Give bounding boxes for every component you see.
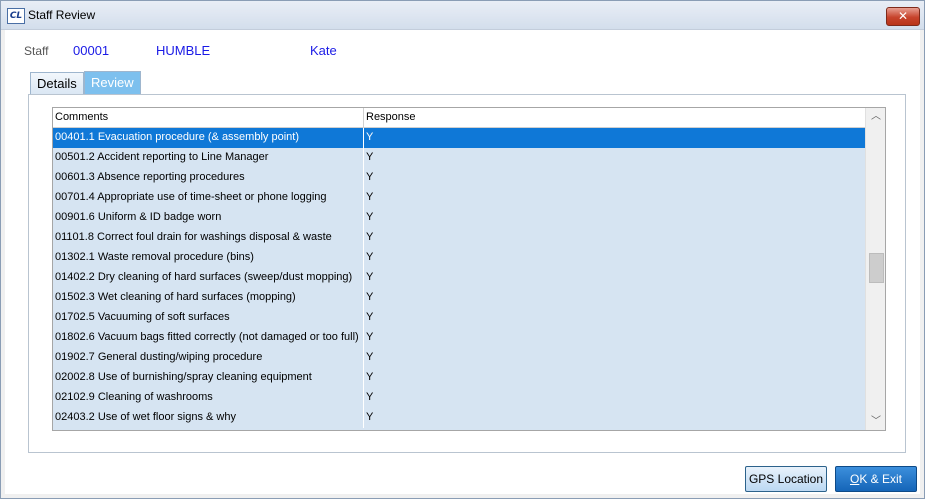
staff-label: Staff <box>24 44 49 58</box>
response-cell[interactable]: Y <box>366 208 373 228</box>
response-cell[interactable]: Y <box>366 168 373 188</box>
chevron-down-icon: ﹀ <box>871 416 881 427</box>
comment-cell: 00701.4 Appropriate use of time-sheet or… <box>55 188 364 208</box>
column-header-comments[interactable]: Comments <box>55 108 364 127</box>
response-cell[interactable]: Y <box>366 128 373 148</box>
response-cell[interactable]: Y <box>366 188 373 208</box>
staff-first-name: Kate <box>310 43 337 58</box>
table-row[interactable]: 01302.1 Waste removal procedure (bins) Y <box>53 248 865 268</box>
grid-header: Comments Response <box>53 108 865 128</box>
gps-location-button[interactable]: GPS Location <box>745 466 827 492</box>
comment-cell: 00901.6 Uniform & ID badge worn <box>55 208 364 228</box>
close-button[interactable]: ✕ <box>886 7 920 26</box>
staff-last-name: HUMBLE <box>156 43 211 58</box>
chevron-up-icon: ︿ <box>871 111 881 122</box>
response-cell[interactable]: Y <box>366 148 373 168</box>
comments-grid: Comments Response 00401.1 Evacuation pro… <box>52 107 886 431</box>
title-bar[interactable]: CL Staff Review ✕ <box>1 1 924 30</box>
table-row[interactable]: 01902.7 General dusting/wiping procedure… <box>53 348 865 368</box>
table-row[interactable]: 02002.8 Use of burnishing/spray cleaning… <box>53 368 865 388</box>
tab-details[interactable]: Details <box>30 72 84 95</box>
table-row[interactable]: 01502.3 Wet cleaning of hard surfaces (m… <box>53 288 865 308</box>
response-cell[interactable]: Y <box>366 228 373 248</box>
comment-cell: 00601.3 Absence reporting procedures <box>55 168 364 188</box>
comment-cell: 01502.3 Wet cleaning of hard surfaces (m… <box>55 288 364 308</box>
comment-cell: 01702.5 Vacuuming of soft surfaces <box>55 308 364 328</box>
response-cell[interactable]: Y <box>366 288 373 308</box>
close-icon: ✕ <box>897 9 909 23</box>
review-tab-panel: Comments Response 00401.1 Evacuation pro… <box>28 94 906 453</box>
comment-cell: 01402.2 Dry cleaning of hard surfaces (s… <box>55 268 364 288</box>
table-row[interactable]: 01101.8 Correct foul drain for washings … <box>53 228 865 248</box>
dialog-content: Staff 00001 HUMBLE Kate Details Review C… <box>5 30 920 494</box>
table-row[interactable]: 00401.1 Evacuation procedure (& assembly… <box>53 128 865 148</box>
response-cell[interactable]: Y <box>366 308 373 328</box>
comment-cell: 01101.8 Correct foul drain for washings … <box>55 228 364 248</box>
table-row[interactable]: 00501.2 Accident reporting to Line Manag… <box>53 148 865 168</box>
table-row[interactable]: 02102.9 Cleaning of washrooms Y <box>53 388 865 408</box>
comment-cell: 02002.8 Use of burnishing/spray cleaning… <box>55 368 364 388</box>
comment-cell: 01302.1 Waste removal procedure (bins) <box>55 248 364 268</box>
table-row[interactable]: 00901.6 Uniform & ID badge worn Y <box>53 208 865 228</box>
app-logo-icon: CL <box>7 8 25 24</box>
comment-cell: 00501.2 Accident reporting to Line Manag… <box>55 148 364 168</box>
response-cell[interactable]: Y <box>366 328 373 348</box>
comment-cell: 00401.1 Evacuation procedure (& assembly… <box>55 128 364 148</box>
table-row[interactable]: 01802.6 Vacuum bags fitted correctly (no… <box>53 328 865 348</box>
tab-review[interactable]: Review <box>84 71 141 96</box>
table-row[interactable]: 02403.2 Use of wet floor signs & why Y <box>53 408 865 428</box>
response-cell[interactable]: Y <box>366 388 373 408</box>
response-cell[interactable]: Y <box>366 348 373 368</box>
comment-cell: 02403.2 Use of wet floor signs & why <box>55 408 364 428</box>
vertical-scrollbar[interactable]: ︿ ﹀ <box>865 108 885 430</box>
comment-cell: 01802.6 Vacuum bags fitted correctly (no… <box>55 328 364 348</box>
table-row[interactable]: 00601.3 Absence reporting procedures Y <box>53 168 865 188</box>
window-title: Staff Review <box>28 8 96 22</box>
column-header-response[interactable]: Response <box>366 108 416 127</box>
response-cell[interactable]: Y <box>366 368 373 388</box>
ok-label-rest: K & Exit <box>859 472 903 486</box>
response-cell[interactable]: Y <box>366 408 373 428</box>
comment-cell: 02102.9 Cleaning of washrooms <box>55 388 364 408</box>
scroll-up-button[interactable]: ︿ <box>866 108 885 125</box>
grid-rows: 00401.1 Evacuation procedure (& assembly… <box>53 128 865 428</box>
staff-review-window: CL Staff Review ✕ Staff 00001 HUMBLE Kat… <box>0 0 925 499</box>
comment-cell: 01902.7 General dusting/wiping procedure <box>55 348 364 368</box>
ok-accelerator: O <box>849 472 860 486</box>
ok-exit-button[interactable]: OK & Exit <box>835 466 917 492</box>
scroll-thumb[interactable] <box>869 253 884 283</box>
response-cell[interactable]: Y <box>366 268 373 288</box>
scroll-down-button[interactable]: ﹀ <box>866 413 885 430</box>
table-row[interactable]: 00701.4 Appropriate use of time-sheet or… <box>53 188 865 208</box>
table-row[interactable]: 01702.5 Vacuuming of soft surfaces Y <box>53 308 865 328</box>
table-row[interactable]: 01402.2 Dry cleaning of hard surfaces (s… <box>53 268 865 288</box>
staff-id: 00001 <box>73 43 110 58</box>
response-cell[interactable]: Y <box>366 248 373 268</box>
